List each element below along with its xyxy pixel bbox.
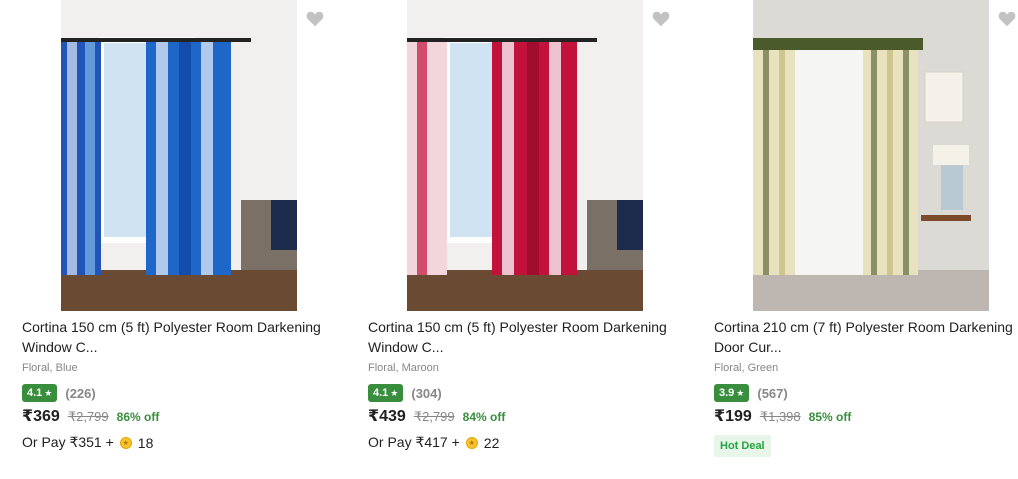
rating-count: (567) xyxy=(757,385,788,401)
product-variant: Floral, Blue xyxy=(22,362,78,374)
coin-count: 22 xyxy=(483,434,500,451)
selling-price: ₹369 xyxy=(22,408,60,425)
discount-label: 84% off xyxy=(462,410,506,424)
rating-badge: 3.9 ★ xyxy=(714,384,750,402)
rating-value: 4.1 xyxy=(27,387,43,399)
rating-badge: 4.1 ★ xyxy=(368,384,404,402)
original-price: ₹1,398 xyxy=(759,409,801,424)
product-card[interactable]: Cortina 210 cm (7 ft) Polyester Room Dar… xyxy=(706,0,1018,479)
product-variant: Floral, Maroon xyxy=(368,362,439,374)
product-grid: Cortina 150 cm (5 ft) Polyester Room Dar… xyxy=(0,0,1018,479)
product-variant: Floral, Green xyxy=(714,362,779,374)
selling-price: ₹439 xyxy=(368,408,406,425)
rating-count: (304) xyxy=(411,385,442,401)
rating-value: 3.9 xyxy=(719,387,735,399)
heart-icon[interactable] xyxy=(998,11,1016,27)
product-title-line1[interactable]: Cortina 210 cm (7 ft) Polyester Room Dar… xyxy=(714,317,1018,337)
discount-label: 86% off xyxy=(116,410,160,424)
star-icon: ★ xyxy=(44,387,53,398)
supercoin-icon: ★ xyxy=(465,436,478,449)
product-title-line2[interactable]: Window C... xyxy=(22,337,332,357)
heart-icon[interactable] xyxy=(306,11,324,27)
product-title-line1[interactable]: Cortina 150 cm (5 ft) Polyester Room Dar… xyxy=(368,317,678,337)
product-image[interactable] xyxy=(407,0,643,311)
star-icon: ★ xyxy=(390,387,399,398)
heart-icon[interactable] xyxy=(652,11,670,27)
rating-value: 4.1 xyxy=(373,387,389,399)
discount-label: 85% off xyxy=(808,410,852,424)
product-title[interactable]: Cortina 210 cm (7 ft) Polyester Room Dar… xyxy=(714,317,1018,357)
product-title-line1[interactable]: Cortina 150 cm (5 ft) Polyester Room Dar… xyxy=(22,317,332,337)
product-title[interactable]: Cortina 150 cm (5 ft) Polyester Room Dar… xyxy=(22,317,332,357)
original-price: ₹2,799 xyxy=(413,409,455,424)
coin-count: 18 xyxy=(137,434,154,451)
rating-count: (226) xyxy=(65,385,96,401)
product-image[interactable] xyxy=(753,0,989,311)
product-card[interactable]: Cortina 150 cm (5 ft) Polyester Room Dar… xyxy=(14,0,344,479)
price-row: ₹199 ₹1,398 85% off xyxy=(714,406,851,426)
pay-text: Or Pay ₹351 + xyxy=(22,434,114,450)
supercoin-icon: ★ xyxy=(119,436,132,449)
supercoin-offer: Or Pay ₹351 + ★ 18 xyxy=(22,434,153,451)
product-title-line2[interactable]: Door Cur... xyxy=(714,337,1018,357)
original-price: ₹2,799 xyxy=(67,409,109,424)
rating-row: 4.1 ★ (226) xyxy=(22,384,96,402)
rating-row: 4.1 ★ (304) xyxy=(368,384,442,402)
product-title-line2[interactable]: Window C... xyxy=(368,337,678,357)
product-image[interactable] xyxy=(61,0,297,311)
star-icon: ★ xyxy=(736,387,745,398)
pay-text: Or Pay ₹417 + xyxy=(368,434,460,450)
rating-badge: 4.1 ★ xyxy=(22,384,58,402)
hot-deal-badge: Hot Deal xyxy=(714,435,771,457)
supercoin-offer: Or Pay ₹417 + ★ 22 xyxy=(368,434,499,451)
price-row: ₹369 ₹2,799 86% off xyxy=(22,406,159,426)
rating-row: 3.9 ★ (567) xyxy=(714,384,788,402)
product-card[interactable]: Cortina 150 cm (5 ft) Polyester Room Dar… xyxy=(360,0,690,479)
selling-price: ₹199 xyxy=(714,408,752,425)
price-row: ₹439 ₹2,799 84% off xyxy=(368,406,505,426)
product-title[interactable]: Cortina 150 cm (5 ft) Polyester Room Dar… xyxy=(368,317,678,357)
